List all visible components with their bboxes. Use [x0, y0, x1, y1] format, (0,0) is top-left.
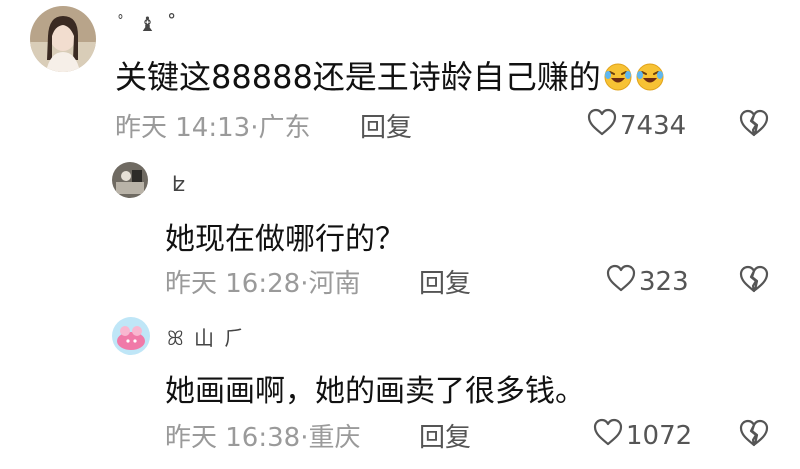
broken-heart-icon — [738, 419, 770, 452]
comment-meta: 昨天 16:38·重庆 — [165, 423, 361, 453]
heart-icon — [605, 263, 639, 300]
heart-icon — [592, 417, 626, 454]
comment-text: 关键这88888还是王诗龄自己赚的 — [115, 52, 665, 98]
broken-heart-icon — [738, 109, 770, 142]
like-button[interactable]: 323 — [605, 263, 689, 300]
avatar[interactable] — [112, 317, 150, 355]
comment-3: ꕤ 山 ⺁ 她画画啊，她的画卖了很多钱。 昨天 16:38·重庆 回复 1072 — [0, 300, 800, 469]
comment-text: 她现在做哪行的？ — [165, 222, 405, 257]
reply-button[interactable]: 回复 — [360, 107, 412, 144]
comment-2: ʫ 她现在做哪行的？ 昨天 16:28·河南 回复 323 — [0, 150, 800, 300]
comment-meta: 昨天 16:28·河南 — [165, 269, 361, 299]
dislike-button[interactable] — [738, 418, 770, 452]
rolling-laughing-emoji-icon — [635, 62, 665, 92]
comment-1: ﾟ ♝ ˚ 关键这88888还是王诗龄自己赚的 昨天 14:13·广东 回复 7… — [0, 0, 800, 150]
reply-button[interactable]: 回复 — [419, 263, 471, 300]
username[interactable]: ʫ — [172, 172, 187, 196]
comment-text: 她画画啊，她的画卖了很多钱。 — [165, 374, 585, 409]
like-button[interactable]: 7434 — [586, 107, 686, 144]
username[interactable]: ꕤ 山 ⺁ — [167, 322, 246, 351]
avatar[interactable] — [30, 6, 96, 72]
rolling-laughing-emoji-icon — [603, 62, 633, 92]
like-count: 1072 — [626, 420, 693, 451]
comment-meta: 昨天 14:13·广东 — [115, 113, 311, 143]
like-button[interactable]: 1072 — [592, 417, 692, 454]
heart-icon — [586, 107, 620, 144]
dislike-button[interactable] — [738, 264, 770, 298]
reply-button[interactable]: 回复 — [419, 417, 471, 454]
avatar[interactable] — [112, 162, 148, 198]
comment-text-body: 关键这88888还是王诗龄自己赚的 — [115, 58, 601, 96]
like-count: 323 — [639, 266, 689, 297]
like-count: 7434 — [620, 110, 687, 141]
broken-heart-icon — [738, 265, 770, 298]
username[interactable]: ﾟ ♝ ˚ — [118, 8, 179, 37]
dislike-button[interactable] — [738, 108, 770, 142]
